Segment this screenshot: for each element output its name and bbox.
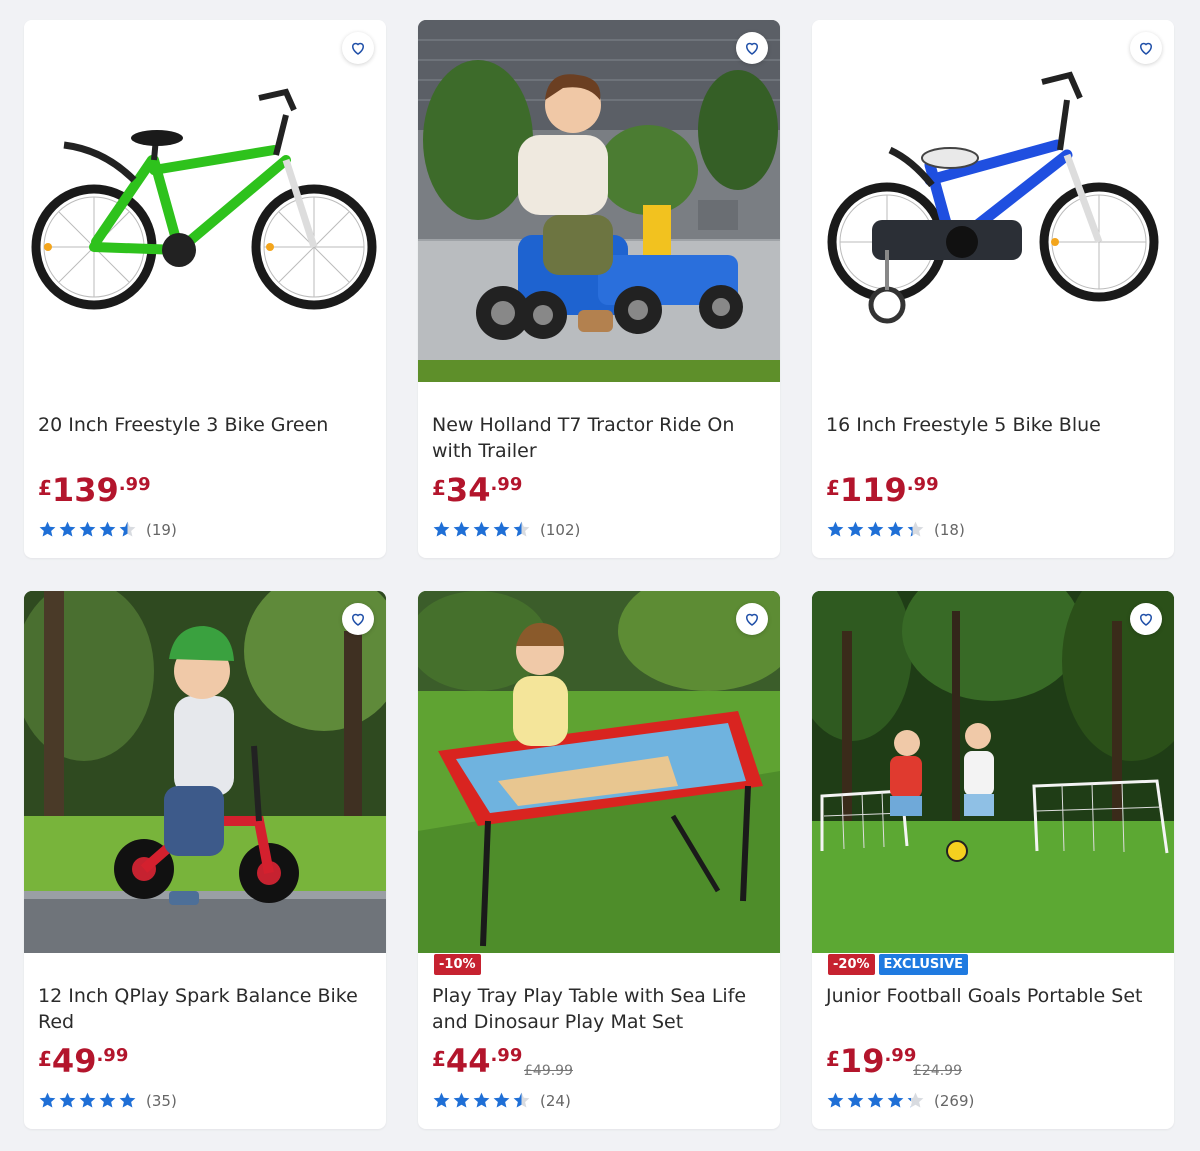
- favourite-button[interactable]: [1130, 32, 1162, 64]
- star-icon: [493, 1092, 510, 1108]
- product-price: £44.99: [432, 1042, 523, 1080]
- star-rating: [432, 1091, 531, 1110]
- star-icon: [867, 521, 884, 537]
- discount-badge: -10%: [434, 954, 481, 975]
- star-icon: [907, 521, 924, 537]
- heart-outline-icon: [745, 42, 759, 55]
- star-rating: [826, 1091, 925, 1110]
- heart-outline-icon: [351, 613, 365, 626]
- product-rating: (102): [432, 520, 580, 539]
- product-rating: (269): [826, 1091, 974, 1110]
- star-icon: [847, 521, 864, 537]
- review-count: (102): [540, 520, 581, 539]
- product-title[interactable]: New Holland T7 Tractor Ride On with Trai…: [432, 412, 762, 464]
- star-icon: [59, 521, 76, 537]
- product-rating: (18): [826, 520, 965, 539]
- was-price: £24.99: [913, 1063, 962, 1079]
- balance-bike-photo: [24, 591, 386, 953]
- discount-badge: -20%: [828, 954, 875, 975]
- star-icon: [513, 521, 530, 537]
- favourite-button[interactable]: [342, 32, 374, 64]
- blue-bike-illustration: [812, 20, 1174, 382]
- star-icon: [39, 1092, 56, 1108]
- star-icon: [79, 1092, 96, 1108]
- product-image[interactable]: [812, 20, 1174, 382]
- product-rating: (24): [432, 1091, 571, 1110]
- star-icon: [887, 521, 904, 537]
- heart-outline-icon: [1139, 613, 1153, 626]
- star-icon: [119, 521, 136, 537]
- product-price: £19.99: [826, 1042, 917, 1080]
- star-rating: [826, 520, 925, 539]
- star-icon: [99, 1092, 116, 1108]
- star-icon: [99, 521, 116, 537]
- product-rating: (19): [38, 520, 177, 539]
- product-card[interactable]: New Holland T7 Tractor Ride On with Trai…: [418, 20, 780, 558]
- product-card[interactable]: 20 Inch Freestyle 3 Bike Green £139.99 (…: [24, 20, 386, 558]
- star-icon: [473, 521, 490, 537]
- product-image[interactable]: [24, 591, 386, 953]
- star-icon: [119, 1092, 136, 1108]
- star-icon: [453, 521, 470, 537]
- product-badges: -10%: [434, 954, 481, 975]
- product-card[interactable]: -20% EXCLUSIVE Junior Football Goals Por…: [812, 591, 1174, 1129]
- star-icon: [867, 1092, 884, 1108]
- star-icon: [827, 1092, 844, 1108]
- review-count: (269): [934, 1091, 975, 1110]
- exclusive-badge: EXCLUSIVE: [878, 954, 969, 975]
- heart-outline-icon: [745, 613, 759, 626]
- product-image[interactable]: [418, 591, 780, 953]
- star-icon: [827, 521, 844, 537]
- football-goals-photo: [812, 591, 1174, 953]
- star-icon: [473, 1092, 490, 1108]
- heart-outline-icon: [351, 42, 365, 55]
- star-icon: [847, 1092, 864, 1108]
- product-title[interactable]: 20 Inch Freestyle 3 Bike Green: [38, 412, 368, 438]
- heart-outline-icon: [1139, 42, 1153, 55]
- star-icon: [433, 521, 450, 537]
- star-rating: [38, 1091, 137, 1110]
- favourite-button[interactable]: [342, 603, 374, 635]
- review-count: (35): [146, 1091, 177, 1110]
- product-title[interactable]: 16 Inch Freestyle 5 Bike Blue: [826, 412, 1156, 438]
- favourite-button[interactable]: [736, 32, 768, 64]
- favourite-button[interactable]: [1130, 603, 1162, 635]
- product-image[interactable]: [812, 591, 1174, 953]
- product-title[interactable]: 12 Inch QPlay Spark Balance Bike Red: [38, 983, 368, 1035]
- product-image[interactable]: [24, 20, 386, 382]
- review-count: (24): [540, 1091, 571, 1110]
- product-title[interactable]: Junior Football Goals Portable Set: [826, 983, 1156, 1009]
- product-card[interactable]: -10% Play Tray Play Table with Sea Life …: [418, 591, 780, 1129]
- product-price: £139.99: [38, 471, 151, 509]
- review-count: (19): [146, 520, 177, 539]
- star-icon: [79, 521, 96, 537]
- was-price: £49.99: [524, 1063, 573, 1079]
- product-title[interactable]: Play Tray Play Table with Sea Life and D…: [432, 983, 762, 1035]
- tractor-ride-on-photo: [418, 20, 780, 382]
- star-icon: [39, 521, 56, 537]
- product-grid: 20 Inch Freestyle 3 Bike Green £139.99 (…: [0, 0, 1200, 1151]
- product-rating: (35): [38, 1091, 177, 1110]
- review-count: (18): [934, 520, 965, 539]
- star-icon: [887, 1092, 904, 1108]
- product-badges: -20% EXCLUSIVE: [828, 954, 969, 975]
- product-price: £34.99: [432, 471, 523, 509]
- product-card[interactable]: 16 Inch Freestyle 5 Bike Blue £119.99 (1…: [812, 20, 1174, 558]
- green-bike-illustration: [24, 20, 386, 382]
- star-rating: [432, 520, 531, 539]
- star-icon: [453, 1092, 470, 1108]
- product-price: £119.99: [826, 471, 939, 509]
- star-icon: [493, 521, 510, 537]
- star-icon: [433, 1092, 450, 1108]
- product-card[interactable]: 12 Inch QPlay Spark Balance Bike Red £49…: [24, 591, 386, 1129]
- play-tray-photo: [418, 591, 780, 953]
- star-rating: [38, 520, 137, 539]
- star-icon: [907, 1092, 924, 1108]
- favourite-button[interactable]: [736, 603, 768, 635]
- star-icon: [513, 1092, 530, 1108]
- star-icon: [59, 1092, 76, 1108]
- product-price: £49.99: [38, 1042, 129, 1080]
- product-image[interactable]: [418, 20, 780, 382]
